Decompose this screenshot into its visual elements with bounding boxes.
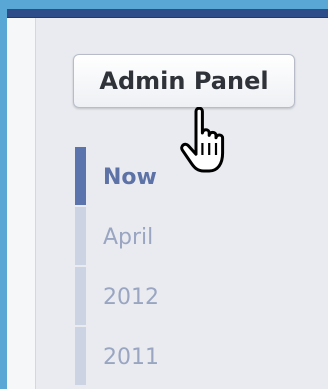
timeline-marker <box>75 267 86 325</box>
timeline-item-2012[interactable]: 2012 <box>75 267 275 327</box>
timeline-item-label: 2011 <box>103 344 159 370</box>
timeline-item-label: 2012 <box>103 284 159 310</box>
top-bar <box>7 9 328 18</box>
timeline-nav: Now April 2012 2011 <box>75 147 275 387</box>
timeline-item-2011[interactable]: 2011 <box>75 327 275 387</box>
timeline-item-label: April <box>103 224 154 250</box>
timeline-marker <box>75 207 86 265</box>
timeline-item-now[interactable]: Now <box>75 147 275 207</box>
timeline-marker <box>75 327 86 385</box>
timeline-item-label: Now <box>103 164 157 190</box>
hand-pointer-icon <box>180 107 225 173</box>
app-window: Admin Panel Now April 2012 2011 <box>7 9 328 389</box>
admin-panel-button[interactable]: Admin Panel <box>73 54 295 108</box>
timeline-active-marker <box>75 147 86 205</box>
left-sidebar-strip <box>7 18 36 389</box>
timeline-item-april[interactable]: April <box>75 207 275 267</box>
